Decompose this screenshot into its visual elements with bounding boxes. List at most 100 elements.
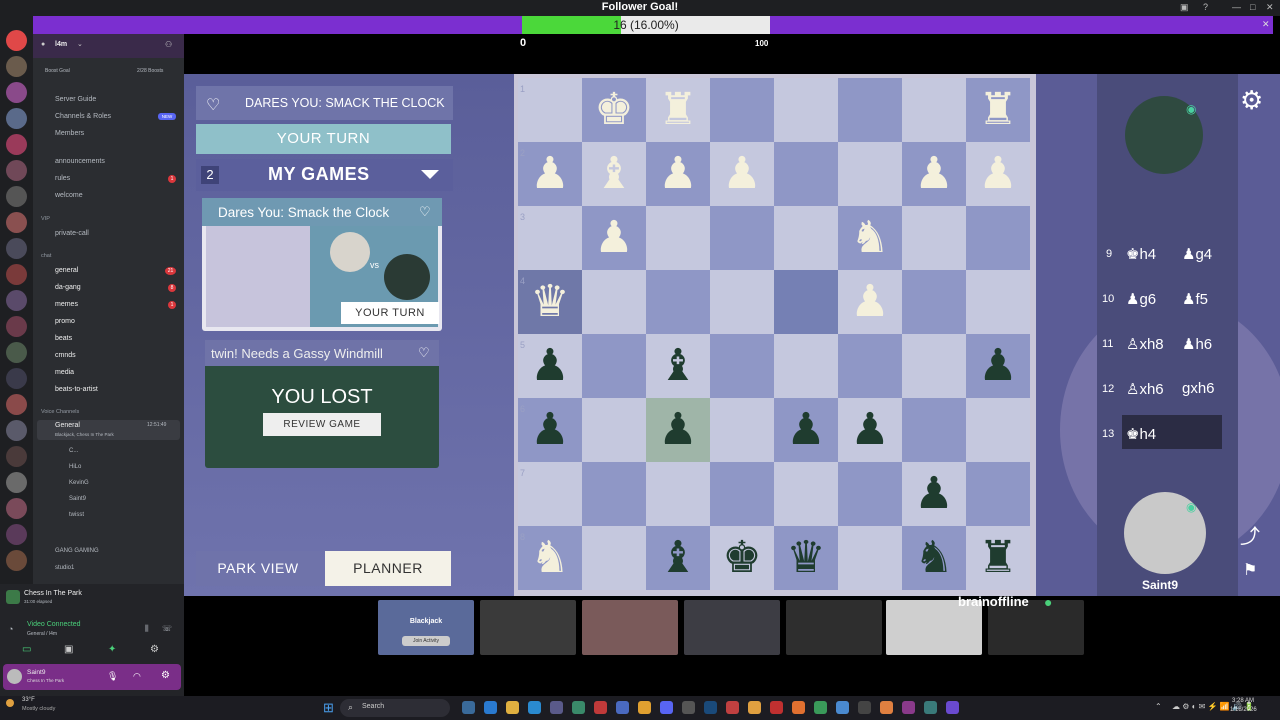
maximize-icon[interactable]: □ xyxy=(1250,2,1255,12)
server-icon[interactable] xyxy=(6,524,27,545)
tray-chevron-icon[interactable]: ⌃ xyxy=(1155,702,1162,711)
black-piece-icon[interactable]: ♟ xyxy=(518,398,582,462)
video-tile[interactable] xyxy=(786,600,882,655)
channel-welcome[interactable]: welcome xyxy=(55,192,83,199)
video-tile[interactable] xyxy=(684,600,780,655)
video-tile[interactable] xyxy=(480,600,576,655)
move-white[interactable]: ♚h4 xyxy=(1126,245,1156,263)
voice-channel-gang-gaming[interactable]: GANG GAMING xyxy=(55,548,99,554)
black-piece-icon[interactable]: ♟ xyxy=(646,398,710,462)
taskbar-app-icon[interactable] xyxy=(682,701,695,714)
board-square[interactable] xyxy=(838,142,902,206)
noise-icon[interactable]: ⫼ xyxy=(145,624,149,634)
channel-cmnds[interactable]: cmnds xyxy=(55,352,76,359)
white-piece-icon[interactable]: ♜ xyxy=(646,78,710,142)
taskbar-app-icon[interactable] xyxy=(462,701,475,714)
board-square[interactable] xyxy=(518,206,582,270)
channel-media[interactable]: media xyxy=(55,369,74,376)
activities-icon[interactable]: ✦ xyxy=(108,644,116,655)
taskbar-app-icon[interactable] xyxy=(726,701,739,714)
board-square[interactable] xyxy=(518,462,582,526)
taskbar-app-icon[interactable] xyxy=(616,701,629,714)
white-piece-icon[interactable]: ♝ xyxy=(582,142,646,206)
clock-date[interactable]: 1/18/2026 xyxy=(1230,707,1257,713)
taskbar-app-icon[interactable] xyxy=(836,701,849,714)
taskbar-app-icon[interactable] xyxy=(946,701,959,714)
black-piece-icon[interactable]: ♚ xyxy=(710,526,774,590)
move-white[interactable]: ♚h4 xyxy=(1126,425,1156,443)
discord-icon[interactable] xyxy=(660,701,673,714)
voice-user[interactable]: HiLo xyxy=(69,464,81,470)
server-icon[interactable] xyxy=(6,472,27,493)
taskbar-app-icon[interactable] xyxy=(902,701,915,714)
category-vip[interactable]: VIP xyxy=(41,216,50,222)
screenshare-icon[interactable]: ▣ xyxy=(64,644,73,655)
taskbar-app-icon[interactable] xyxy=(550,701,563,714)
black-piece-icon[interactable]: ♟ xyxy=(902,462,966,526)
white-piece-icon[interactable]: ♟ xyxy=(838,270,902,334)
board-square[interactable] xyxy=(966,206,1030,270)
signal-icon[interactable]: ◔ xyxy=(8,624,13,634)
board-square[interactable] xyxy=(966,462,1030,526)
board-square[interactable] xyxy=(774,334,838,398)
board-square[interactable] xyxy=(646,206,710,270)
category-voice[interactable]: Voice Channels xyxy=(41,409,79,415)
channel-rules[interactable]: rules xyxy=(55,175,70,182)
server-icon[interactable] xyxy=(6,264,27,285)
video-tile[interactable] xyxy=(582,600,678,655)
voice-user[interactable]: KevinG xyxy=(69,480,89,486)
activity-title[interactable]: Chess In The Park xyxy=(24,590,82,597)
screenshot-icon[interactable]: ▣ xyxy=(1180,2,1189,13)
category-chat[interactable]: chat xyxy=(41,253,51,259)
server-icon[interactable] xyxy=(6,420,27,441)
channel-da-gang[interactable]: da-gang xyxy=(55,284,81,291)
game-card-finished[interactable]: twin! Needs a Gassy Windmill ♡ YOU LOST … xyxy=(205,340,439,468)
taskbar-app-icon[interactable] xyxy=(484,701,497,714)
chrome-icon[interactable] xyxy=(638,701,651,714)
board-square[interactable] xyxy=(582,334,646,398)
voice-channel-general[interactable]: General 12:51:49 Blackjack, Chess In The… xyxy=(37,420,180,440)
planner-button[interactable]: PLANNER xyxy=(325,551,451,586)
black-piece-icon[interactable]: ♟ xyxy=(518,334,582,398)
voice-user[interactable]: Saint9 xyxy=(69,496,86,502)
heart-icon[interactable]: ♡ xyxy=(206,95,220,115)
black-piece-icon[interactable]: ♛ xyxy=(774,526,838,590)
board-square[interactable] xyxy=(774,270,838,334)
board-square[interactable] xyxy=(582,462,646,526)
activity-tile-blackjack[interactable]: Blackjack Join Activity xyxy=(378,600,474,655)
board-square[interactable] xyxy=(838,334,902,398)
server-icon[interactable] xyxy=(6,394,27,415)
flag-icon[interactable]: ⚑ xyxy=(1243,560,1257,580)
move-black[interactable]: ♟f5 xyxy=(1182,290,1208,308)
board-square[interactable] xyxy=(774,206,838,270)
move-white[interactable]: ♙xh8 xyxy=(1126,335,1164,353)
edge-icon[interactable] xyxy=(528,701,541,714)
taskbar-app-icon[interactable] xyxy=(792,701,805,714)
boost-goal-row[interactable]: Boost Goal 2/28 Boosts xyxy=(37,66,180,78)
white-piece-icon[interactable]: ♟ xyxy=(902,142,966,206)
chevron-down-icon[interactable] xyxy=(421,170,439,179)
server-icon[interactable] xyxy=(6,290,27,311)
voice-user[interactable]: twisst xyxy=(69,512,84,518)
server-icon[interactable] xyxy=(6,56,27,77)
menu-channels-roles[interactable]: Channels & Roles xyxy=(55,113,111,120)
server-icon[interactable] xyxy=(6,342,27,363)
server-icon[interactable] xyxy=(6,186,27,207)
board-square[interactable] xyxy=(774,142,838,206)
channel-promo[interactable]: promo xyxy=(55,318,75,325)
white-piece-icon[interactable]: ♜ xyxy=(966,78,1030,142)
taskbar-app-icon[interactable] xyxy=(748,701,761,714)
board-square[interactable] xyxy=(582,398,646,462)
black-piece-icon[interactable]: ♟ xyxy=(774,398,838,462)
channel-general[interactable]: general xyxy=(55,267,78,274)
taskbar-app-icon[interactable] xyxy=(858,701,871,714)
server-icon[interactable] xyxy=(6,212,27,233)
taskbar-app-icon[interactable] xyxy=(594,701,607,714)
board-square[interactable] xyxy=(710,462,774,526)
server-icon[interactable] xyxy=(6,108,27,129)
move-black[interactable]: ♟g4 xyxy=(1182,245,1212,263)
my-games-header[interactable]: 2 MY GAMES xyxy=(196,159,453,191)
clock-time[interactable]: 3:28 AM xyxy=(1232,698,1254,704)
black-piece-icon[interactable]: ♝ xyxy=(646,334,710,398)
white-piece-icon[interactable]: ♛ xyxy=(518,270,582,334)
